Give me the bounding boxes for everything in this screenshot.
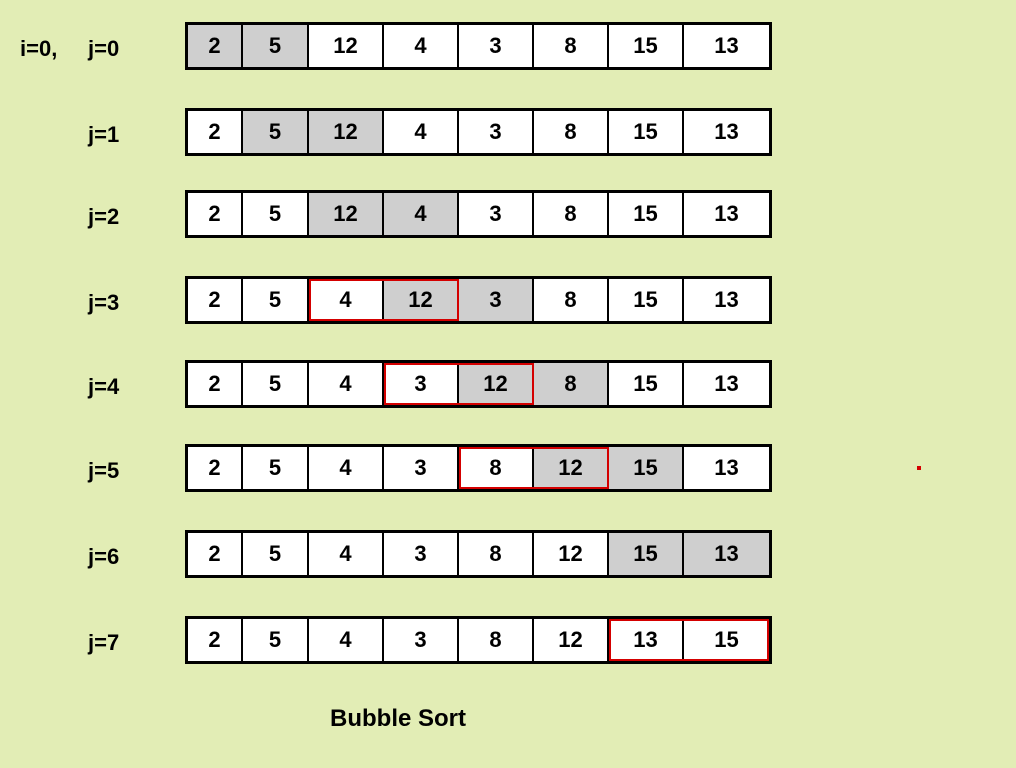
array-cell: 15 — [684, 619, 769, 661]
diagram-title: Bubble Sort — [330, 705, 466, 733]
array-cell: 2 — [188, 447, 243, 489]
array-cell: 13 — [684, 279, 769, 321]
array-row: 25438121513 — [185, 530, 772, 578]
array-cell: 8 — [534, 363, 609, 405]
array-cell: 5 — [243, 363, 309, 405]
array-cell: 12 — [384, 279, 459, 321]
array-cell: 3 — [384, 447, 459, 489]
array-cell: 8 — [534, 25, 609, 67]
array-cell: 4 — [384, 111, 459, 153]
array-cell: 8 — [534, 279, 609, 321]
array-cell: 3 — [384, 533, 459, 575]
array-cell: 15 — [609, 193, 684, 235]
array-cell: 15 — [609, 447, 684, 489]
array-cell: 13 — [684, 25, 769, 67]
inner-index-label: j=4 — [88, 374, 119, 400]
array-cell: 5 — [243, 111, 309, 153]
array-cell: 5 — [243, 533, 309, 575]
array-cell: 2 — [188, 111, 243, 153]
array-cell: 2 — [188, 533, 243, 575]
array-row: 25124381513 — [185, 190, 772, 238]
array-cell: 4 — [309, 447, 384, 489]
array-cell: 13 — [684, 533, 769, 575]
array-row: 25124381513 — [185, 22, 772, 70]
array-cell: 4 — [309, 279, 384, 321]
array-cell: 4 — [309, 619, 384, 661]
array-cell: 8 — [459, 533, 534, 575]
array-cell: 4 — [384, 25, 459, 67]
array-row: 25438121315 — [185, 616, 772, 664]
array-cell: 15 — [609, 279, 684, 321]
array-cell: 3 — [459, 193, 534, 235]
array-cell: 3 — [384, 619, 459, 661]
array-cell: 12 — [534, 447, 609, 489]
inner-index-label: j=2 — [88, 204, 119, 230]
array-cell: 3 — [384, 363, 459, 405]
array-cell: 5 — [243, 619, 309, 661]
inner-index-label: j=7 — [88, 630, 119, 656]
array-cell: 4 — [384, 193, 459, 235]
array-cell: 12 — [309, 193, 384, 235]
array-cell: 5 — [243, 25, 309, 67]
array-cell: 13 — [684, 447, 769, 489]
array-cell: 12 — [309, 111, 384, 153]
array-cell: 13 — [684, 111, 769, 153]
array-cell: 13 — [684, 363, 769, 405]
array-row: 25438121513 — [185, 444, 772, 492]
inner-index-label: j=1 — [88, 122, 119, 148]
array-cell: 12 — [534, 533, 609, 575]
array-cell: 3 — [459, 111, 534, 153]
inner-index-label: j=5 — [88, 458, 119, 484]
array-cell: 15 — [609, 25, 684, 67]
array-row: 25412381513 — [185, 276, 772, 324]
array-cell: 13 — [684, 193, 769, 235]
array-cell: 12 — [309, 25, 384, 67]
inner-index-label: j=3 — [88, 290, 119, 316]
array-cell: 15 — [609, 533, 684, 575]
array-cell: 5 — [243, 279, 309, 321]
array-cell: 2 — [188, 363, 243, 405]
array-cell: 15 — [609, 111, 684, 153]
array-row: 25431281513 — [185, 360, 772, 408]
array-cell: 8 — [534, 193, 609, 235]
array-cell: 2 — [188, 25, 243, 67]
array-cell: 2 — [188, 279, 243, 321]
array-cell: 4 — [309, 363, 384, 405]
array-cell: 12 — [459, 363, 534, 405]
array-cell: 8 — [459, 619, 534, 661]
array-cell: 12 — [534, 619, 609, 661]
inner-index-label: j=6 — [88, 544, 119, 570]
array-cell: 15 — [609, 363, 684, 405]
inner-index-label: j=0 — [88, 36, 119, 62]
array-cell: 4 — [309, 533, 384, 575]
array-cell: 8 — [534, 111, 609, 153]
array-cell: 8 — [459, 447, 534, 489]
array-row: 25124381513 — [185, 108, 772, 156]
outer-index-label: i=0, — [20, 36, 57, 62]
stray-marker — [917, 466, 921, 470]
array-cell: 2 — [188, 619, 243, 661]
array-cell: 5 — [243, 447, 309, 489]
array-cell: 2 — [188, 193, 243, 235]
array-cell: 3 — [459, 279, 534, 321]
array-cell: 3 — [459, 25, 534, 67]
array-cell: 13 — [609, 619, 684, 661]
array-cell: 5 — [243, 193, 309, 235]
